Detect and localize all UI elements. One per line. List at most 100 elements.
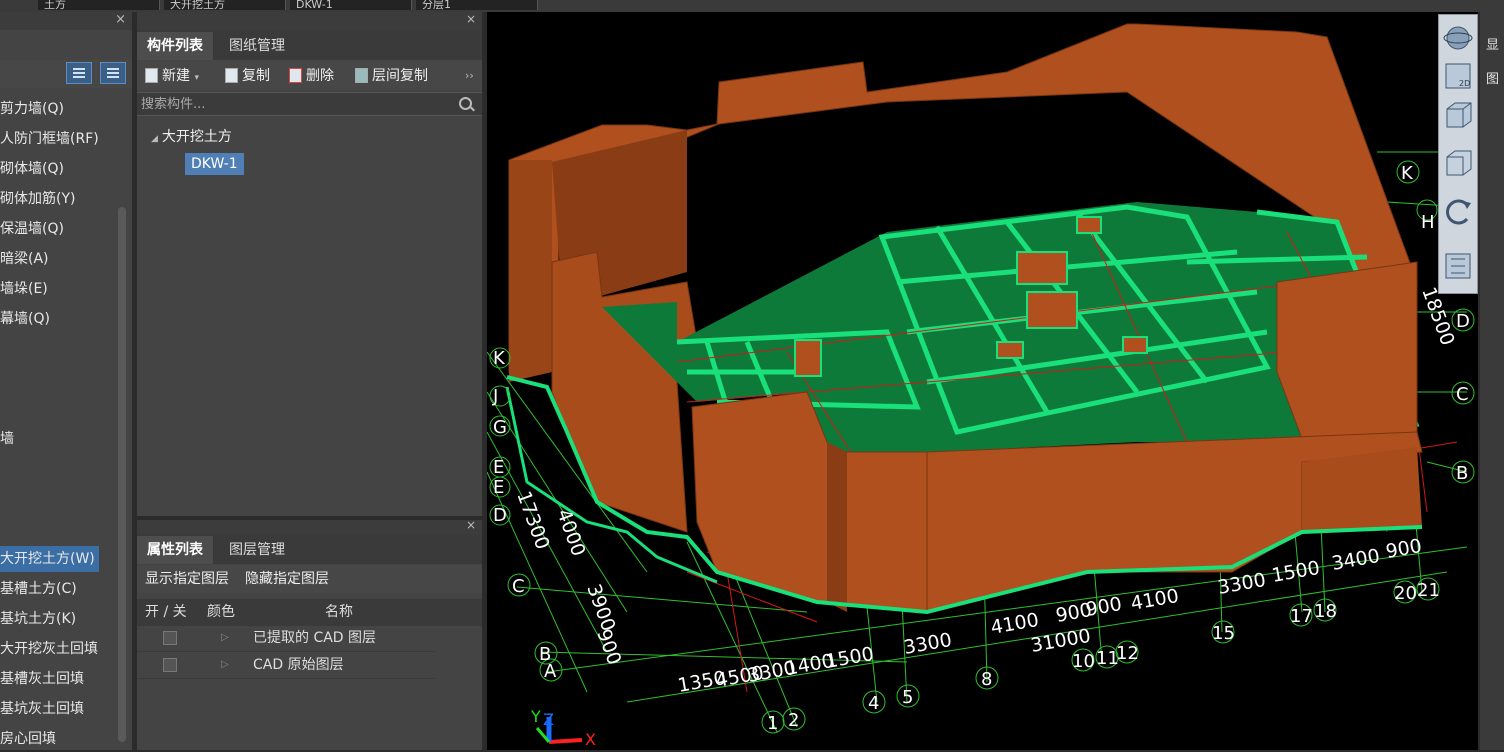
tree-item[interactable]: 幕墙(Q) [0, 306, 50, 332]
tree-item[interactable]: 人防门框墙(RF) [0, 126, 99, 152]
3d-view-icon[interactable] [1443, 99, 1473, 129]
dimension-text: 900 [592, 626, 625, 668]
axis-label: C [1456, 384, 1469, 405]
layer-toolbar: 显示指定图层 隐藏指定图层 [137, 565, 482, 593]
tree-item[interactable]: 墙 [0, 426, 14, 452]
component-type-tree-panel: × 剪力墙(Q) 人防门框墙(RF) 砌体墙(Q) 砌体加筋(Y) 保温墙(Q)… [0, 12, 132, 750]
component-toolbar: 新建 ▾ 复制 删除 层间复制 ›› [137, 60, 482, 90]
top-tab-strip: 土方 大开挖土方 DKW-1 分层1 [0, 0, 1504, 12]
dimension-text: 17300 [512, 488, 553, 552]
tab-property-list[interactable]: 属性列表 [137, 536, 213, 564]
new-icon [145, 68, 158, 83]
card-view-icon[interactable] [100, 62, 126, 84]
axis-label: K [1401, 163, 1414, 184]
scrollbar[interactable] [118, 207, 126, 742]
tree-item[interactable]: 剪力墙(Q) [0, 96, 64, 122]
top-tab-2[interactable]: 大开挖土方 [164, 0, 286, 10]
floor-copy-button[interactable]: 层间复制 [355, 66, 428, 86]
tree-item-selected[interactable]: 大开挖土方(W) [0, 546, 99, 572]
new-button[interactable]: 新建 ▾ [145, 66, 199, 86]
box-view-icon[interactable] [1443, 147, 1473, 177]
more-tools-icon[interactable]: ›› [465, 66, 474, 86]
show-layer-button[interactable]: 显示指定图层 [145, 569, 229, 589]
dimension-text: 3300 [902, 629, 953, 659]
axis-label: H [1421, 212, 1435, 233]
rotate-icon[interactable] [1443, 195, 1473, 225]
tree-item[interactable]: 墙垛(E) [0, 276, 48, 302]
axis-label: 12 [1116, 643, 1139, 664]
axis-label: 17 [1290, 606, 1313, 627]
layer-toggle-checkbox[interactable] [163, 631, 177, 645]
hide-layer-button[interactable]: 隐藏指定图层 [245, 569, 329, 589]
top-tab-1[interactable]: 土方 [38, 0, 160, 10]
top-tab-3[interactable]: DKW-1 [290, 0, 412, 10]
right-side-panel: 显 图 [1480, 12, 1504, 750]
axis-label: A [544, 661, 557, 682]
tree-item[interactable]: 大开挖灰土回填 [0, 636, 98, 662]
delete-button[interactable]: 删除 [289, 66, 334, 86]
tab-layer-management[interactable]: 图层管理 [219, 536, 295, 564]
tree-item[interactable]: 保温墙(Q) [0, 216, 64, 242]
tree-item[interactable]: 砌体加筋(Y) [0, 186, 75, 212]
left-wall-face [509, 160, 552, 382]
right-wall-block [1276, 261, 1418, 453]
dimension-text: 4100 [1129, 585, 1180, 615]
layer-grid-icon[interactable] [1443, 251, 1473, 281]
axis-label: C [512, 576, 525, 597]
layer-name: CAD 原始图层 [253, 657, 344, 673]
table-row[interactable]: ▷ CAD 原始图层 [137, 652, 435, 679]
close-icon[interactable]: × [115, 12, 126, 27]
tree-item[interactable]: 基坑灰土回填 [0, 696, 84, 722]
tree-item[interactable]: 基槽土方(C) [0, 576, 77, 602]
axis-label: 1 [767, 713, 778, 734]
tree-item[interactable]: 房心回填 [0, 726, 56, 752]
tab-component-list[interactable]: 构件列表 [137, 32, 213, 60]
copy-button[interactable]: 复制 [225, 66, 270, 86]
view-toolbar: 2D [1438, 14, 1478, 294]
axis-y-label: Y [530, 707, 541, 726]
tree-item[interactable]: 砌体墙(Q) [0, 156, 64, 182]
color-expand-icon[interactable]: ▷ [221, 652, 229, 678]
dimension-text: 900 [1384, 535, 1424, 563]
axis-label: 2 [788, 710, 799, 731]
component-dkw-1[interactable]: DKW-1 [185, 153, 244, 175]
axis-label: 5 [902, 687, 913, 708]
right-panel-label: 显 [1486, 38, 1500, 53]
list-view-icon[interactable] [66, 62, 92, 84]
axis-label: 15 [1212, 623, 1235, 644]
table-row[interactable]: ▷ 已提取的 CAD 图层 [137, 625, 435, 652]
top-tab-4[interactable]: 分层1 [416, 0, 538, 10]
floor-copy-label: 层间复制 [372, 68, 428, 84]
tree-item[interactable]: 基槽灰土回填 [0, 666, 84, 692]
panel-header: × [137, 518, 482, 534]
axis-label: E [493, 457, 504, 478]
column-header-name: 名称 [325, 604, 353, 620]
2d-view-icon[interactable]: 2D [1443, 61, 1473, 91]
3d-viewport[interactable]: K J G E E D C B A K H D C B 1 2 4 5 8 10 [487, 12, 1478, 750]
axis-label: E [493, 477, 504, 498]
search-icon[interactable] [459, 97, 472, 110]
right-panel-label: 图 [1486, 72, 1500, 87]
tree-item[interactable]: 暗梁(A) [0, 246, 49, 272]
dimension-text: 3400 [1330, 545, 1381, 575]
tree-item[interactable]: 基坑土方(K) [0, 606, 76, 632]
floor-copy-icon [355, 68, 368, 83]
axis-z-label: Z [543, 710, 554, 729]
excavation-model-view[interactable]: K J G E E D C B A K H D C B 1 2 4 5 8 10 [487, 12, 1478, 750]
layer-toggle-checkbox[interactable] [163, 658, 177, 672]
tab-drawing-management[interactable]: 图纸管理 [219, 32, 295, 60]
column-header-toggle: 开 / 关 [145, 604, 187, 620]
dimension-text: 900 [1084, 593, 1124, 621]
orbit-icon[interactable] [1443, 23, 1473, 53]
search-input[interactable] [139, 94, 453, 114]
tree-root-node[interactable]: ◢ 大开挖土方 [151, 126, 232, 146]
axis-label: 20 [1394, 583, 1417, 604]
close-icon[interactable]: × [466, 12, 476, 26]
tree-view-toolbar [0, 60, 132, 88]
axis-label: 21 [1417, 580, 1440, 601]
close-icon[interactable]: × [466, 518, 476, 532]
color-expand-icon[interactable]: ▷ [221, 625, 229, 651]
collapse-triangle-icon[interactable]: ◢ [151, 134, 158, 144]
axis-label: G [493, 417, 507, 438]
axis-label: D [493, 505, 507, 526]
